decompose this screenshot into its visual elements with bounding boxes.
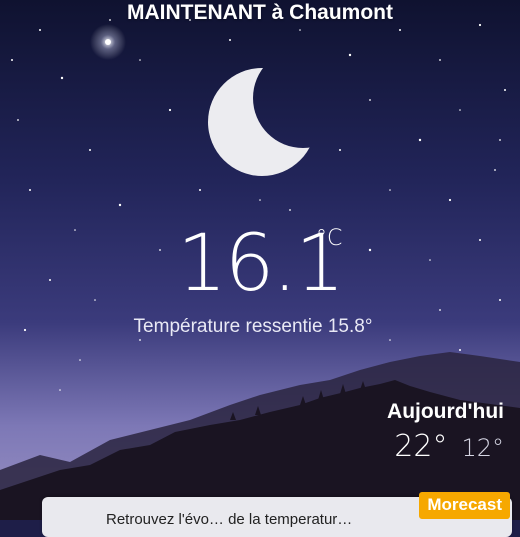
today-low: 12° — [461, 434, 504, 462]
feels-like-text: Température ressentie 15.8° — [133, 316, 373, 337]
today-forecast[interactable]: Aujourd'hui 22° 12° — [387, 398, 504, 465]
moon-icon — [208, 68, 316, 176]
temperature-unit: °C — [316, 226, 343, 251]
today-high: 22° — [394, 429, 448, 464]
today-temperatures: 22° 12° — [387, 430, 504, 465]
current-temperature-block: 16.1 — [0, 222, 520, 306]
location-title: MAINTENANT à Chaumont — [127, 1, 393, 24]
morecast-badge[interactable]: Morecast — [419, 492, 510, 519]
today-label: Aujourd'hui — [387, 400, 504, 423]
